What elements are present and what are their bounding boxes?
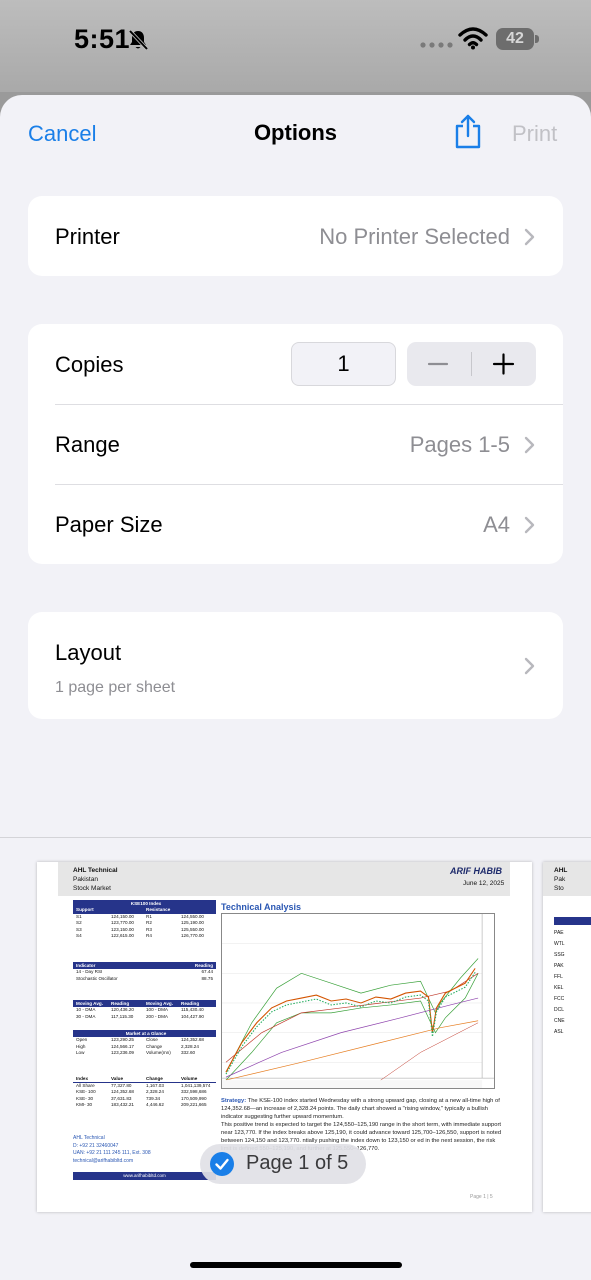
table-row: Low 123,236.09 Volume(mn) 332.60 xyxy=(76,1050,196,1055)
copies-stepper xyxy=(407,342,536,386)
range-label: Range xyxy=(55,432,120,457)
chevron-right-icon xyxy=(524,657,535,675)
layout-label: Layout xyxy=(55,640,122,665)
print-preview-area[interactable]: AHL Technical Pakistan Stock Market ARIF… xyxy=(0,837,591,1280)
increment-button[interactable] xyxy=(472,342,536,386)
doc-header: AHL Technical Pakistan Stock Market ARIF… xyxy=(58,862,510,896)
contact-block: AHL Technical D: +92 21 32460047 UAN: +9… xyxy=(73,1135,151,1164)
print-settings-group: Copies 1 Range Pages 1-5 Paper Size A4 xyxy=(28,324,563,564)
doc-page-number: Page 1 | 5 xyxy=(470,1194,493,1200)
status-bar: 5:51 42 xyxy=(0,0,591,92)
doc-header-line: Stock Market xyxy=(73,885,111,892)
status-time: 5:51 xyxy=(74,24,131,54)
moving-average-table: Moving Avg. Reading Moving Avg. Reading 10 … xyxy=(73,1000,216,1020)
copies-label: Copies xyxy=(55,352,124,377)
indicator-table: Indicator Reading 14 - Day RSI 67.44 Stoch… xyxy=(73,962,216,982)
home-indicator[interactable] xyxy=(190,1262,402,1268)
page-indicator-label: Page 1 of 5 xyxy=(246,1152,349,1174)
table-body: PAE WTL SSG PAK FFL KEL FCC DCL CNE ASL xyxy=(554,930,565,1035)
battery-icon: 42 xyxy=(496,28,540,50)
table-row: Stochastic Oscillator 88.75 xyxy=(76,975,213,981)
nav-bar: Cancel Options Print xyxy=(0,95,591,175)
bell-slash-icon xyxy=(128,29,149,51)
table-header: Market at a Glance xyxy=(73,1030,216,1037)
printer-label: Printer xyxy=(55,224,120,249)
paper-size-label: Paper Size xyxy=(55,512,163,537)
copies-field[interactable]: 1 xyxy=(291,342,396,386)
website-bar: www.arifhabibltd.com xyxy=(73,1172,216,1180)
technical-analysis-title: Technical Analysis xyxy=(221,902,302,912)
signal-dots-icon xyxy=(420,42,453,48)
wifi-icon xyxy=(458,27,488,50)
kse-levels-table: KSE100 Index Support Resistance S1 124,15… xyxy=(73,900,216,940)
divider xyxy=(55,484,563,485)
doc-date: June 12, 2025 xyxy=(463,880,505,887)
checkmark-circle-icon xyxy=(210,1152,234,1176)
doc-header-line: AHL Technical xyxy=(73,867,118,874)
share-icon[interactable] xyxy=(453,113,483,149)
print-button[interactable]: Print xyxy=(512,121,557,147)
layout-subtitle: 1 page per sheet xyxy=(55,679,176,696)
doc-header: AHL Pak Sto xyxy=(543,862,591,896)
price-chart-image xyxy=(221,913,495,1089)
table-row: KMI- 30 183,432.21 4,446.62 209,221,665 xyxy=(76,1102,207,1107)
sheet-title: Options xyxy=(253,120,338,145)
page-preview-2[interactable]: AHL Pak Sto Sy PAE WTL SSG PAK FFL KEL F… xyxy=(543,862,591,1212)
index-table: Index Value Change Volume All Share 77,327.8… xyxy=(73,1076,216,1109)
kse-title: KSE100 Index xyxy=(73,900,216,907)
doc-header-line: Pakistan xyxy=(73,876,98,883)
table-row: 30 - DMA 117,115.30 200 - DMA 104,427.90 xyxy=(76,1013,204,1019)
chevron-right-icon xyxy=(524,228,535,246)
table-header: Indicator Reading xyxy=(73,962,216,969)
table-row: S4 122,615.00 R4 126,770.00 xyxy=(76,933,204,938)
paper-size-value: A4 xyxy=(483,512,510,537)
printer-value: No Printer Selected xyxy=(319,224,510,249)
printer-row[interactable]: Printer No Printer Selected xyxy=(28,196,563,276)
page-indicator: Page 1 of 5 xyxy=(200,1144,366,1184)
battery-level: 42 xyxy=(506,30,524,47)
print-options-sheet: Cancel Options Print Printer No Printer … xyxy=(0,95,591,1280)
chevron-right-icon xyxy=(524,436,535,454)
divider xyxy=(55,404,563,405)
table-header: Moving Avg. Reading Moving Avg. Reading xyxy=(73,1000,216,1007)
range-value: Pages 1-5 xyxy=(409,432,510,457)
decrement-button[interactable] xyxy=(407,342,471,386)
chevron-right-icon xyxy=(524,516,535,534)
layout-row[interactable]: Layout 1 page per sheet xyxy=(28,612,563,719)
market-glance-table: Market at a Glance Open 123,290.25 Close 12… xyxy=(73,1030,216,1057)
company-logo: ARIF HABIB xyxy=(450,866,502,876)
table-header: Sy xyxy=(554,917,591,932)
